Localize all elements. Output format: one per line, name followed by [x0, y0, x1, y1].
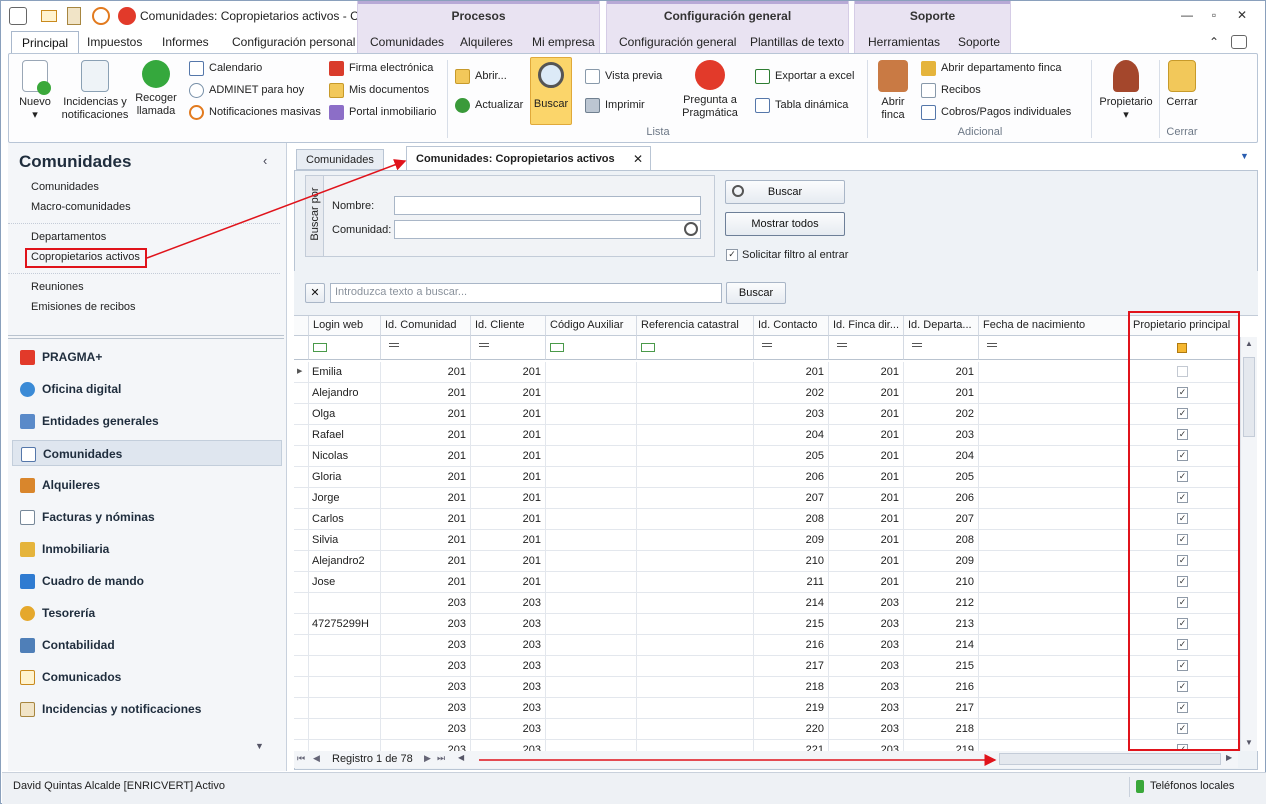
app-window: Comunidades: Copropietarios activos - Co…	[0, 0, 1266, 804]
annotation-arrows	[146, 159, 997, 766]
arrow-to-tab	[146, 159, 407, 259]
